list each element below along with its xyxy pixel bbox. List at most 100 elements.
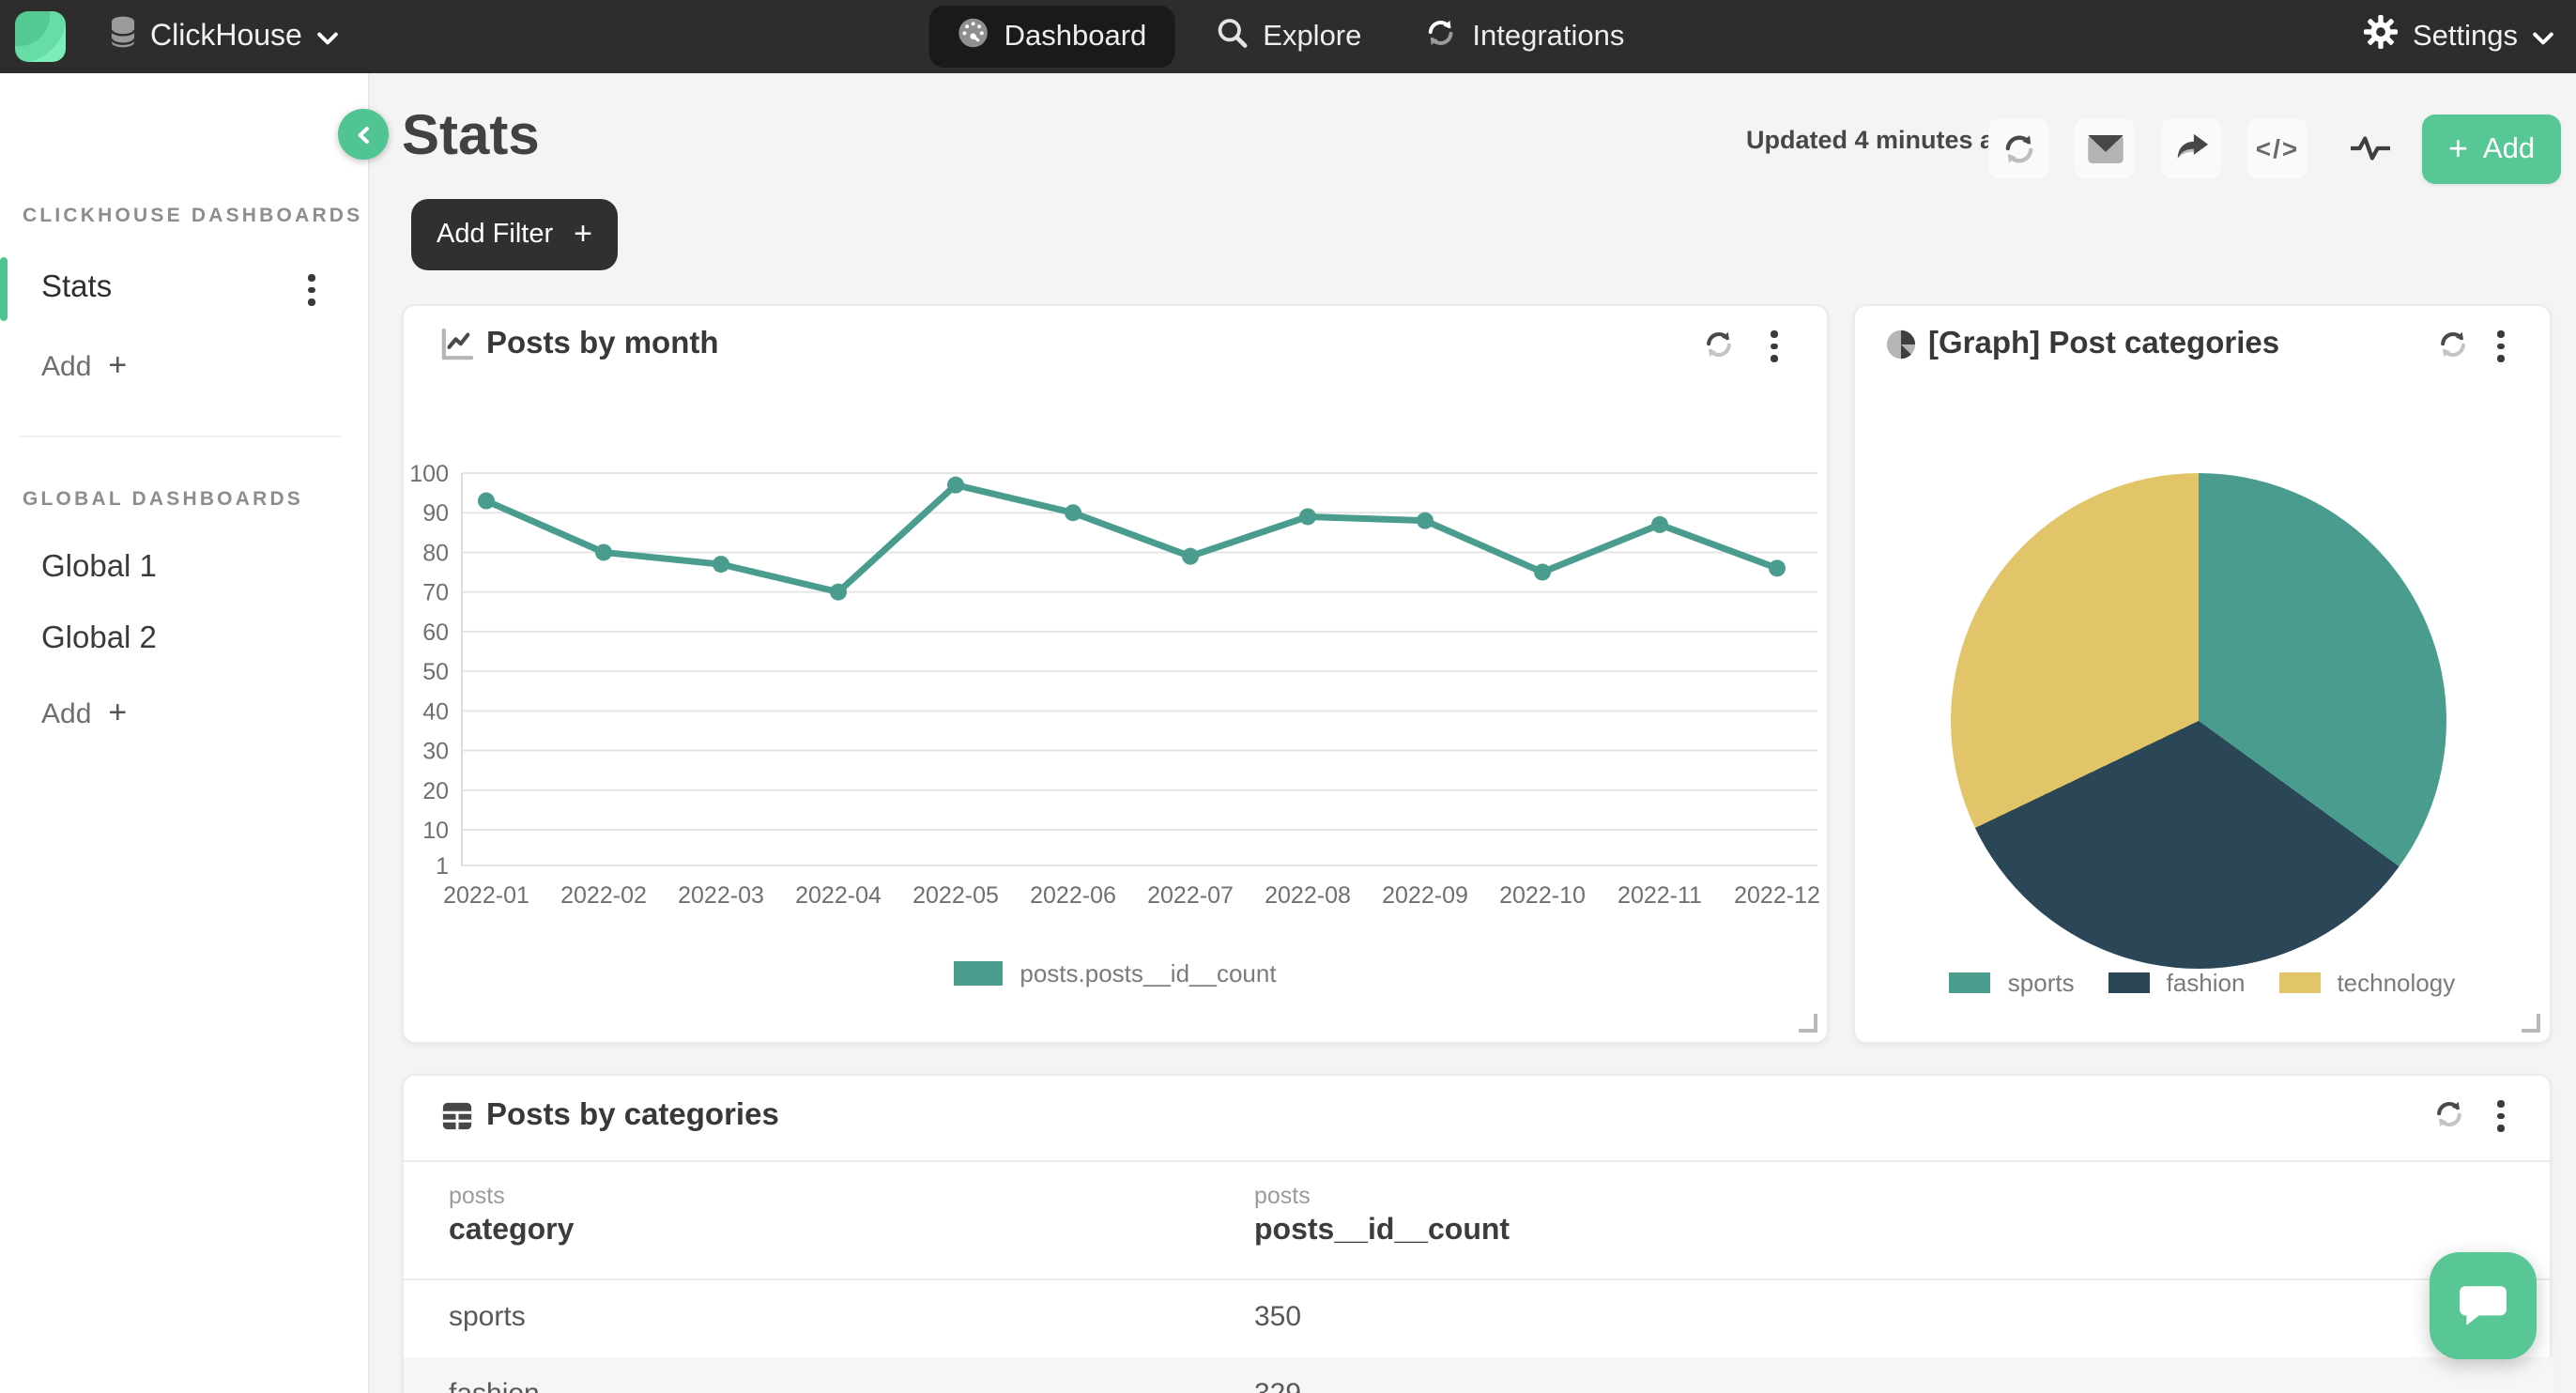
x-axis-tick: 2022-02 (560, 882, 647, 909)
tab-dashboard-label: Dashboard (1004, 20, 1147, 54)
refresh-icon (1703, 329, 1735, 360)
tab-explore[interactable]: Explore (1193, 6, 1384, 68)
data-point[interactable] (1651, 516, 1668, 533)
legend-swatch (1950, 972, 1991, 993)
sidebar-item-global-1[interactable]: Global 1 (41, 550, 157, 586)
refresh-card-button[interactable] (1703, 329, 1735, 370)
data-point[interactable] (1769, 559, 1786, 576)
data-point[interactable] (1299, 508, 1316, 525)
add-widget-button[interactable]: + Add (2422, 115, 2561, 184)
tab-dashboard[interactable]: Dashboard (929, 6, 1175, 68)
data-point[interactable] (1417, 513, 1434, 529)
legend-item-sports[interactable]: sports (1950, 969, 2075, 997)
sidebar-item-stats[interactable]: Stats (0, 257, 370, 321)
sidebar-section-clickhouse-dashboards: CLICKHOUSE DASHBOARDS (23, 205, 362, 227)
x-axis-tick: 2022-06 (1030, 882, 1116, 909)
line-chart-legend: posts.posts__id__count (404, 959, 1827, 987)
activity-button[interactable] (2341, 118, 2398, 178)
data-point[interactable] (478, 493, 495, 510)
column-group-label: posts (1254, 1183, 1311, 1209)
table-header-divider (404, 1160, 2553, 1162)
plus-icon: + (574, 216, 592, 253)
data-point[interactable] (1065, 504, 1081, 521)
add-filter-button[interactable]: Add Filter + (411, 199, 618, 270)
chat-widget-button[interactable] (2430, 1252, 2537, 1359)
sidebar-item-stats-label: Stats (41, 270, 112, 306)
gear-icon (2364, 15, 2398, 58)
settings-label: Settings (2413, 20, 2518, 54)
post-categories-pie[interactable] (1951, 473, 2446, 969)
x-axis-tick: 2022-05 (912, 882, 999, 909)
column-header-category[interactable]: category (449, 1215, 574, 1248)
chevron-left-icon (354, 123, 373, 145)
posts-by-month-chart[interactable]: 10090807060504030201012022-012022-022022… (404, 419, 1831, 941)
active-indicator (0, 257, 8, 321)
settings-menu[interactable]: Settings (2364, 0, 2553, 73)
legend-item-fashion[interactable]: fashion (2108, 969, 2246, 997)
workspace-switcher[interactable]: ClickHouse (111, 0, 338, 73)
legend-label: technology (2337, 969, 2455, 997)
card-kebab-menu-icon[interactable] (1771, 330, 1777, 361)
x-axis-tick: 2022-08 (1265, 882, 1351, 909)
pie-chart-icon (1885, 329, 1917, 370)
data-point[interactable] (595, 543, 612, 560)
card-kebab-menu-icon[interactable] (2497, 1100, 2504, 1131)
posts-by-month-card: Posts by month 1009080706050403020101202… (402, 304, 1829, 1044)
sidebar: CLICKHOUSE DASHBOARDS Stats Add + GLOBAL… (0, 73, 370, 1393)
pie-chart-legend: sports fashion technology (1855, 969, 2550, 997)
stats-kebab-menu-icon[interactable] (308, 274, 314, 305)
data-point[interactable] (830, 584, 847, 601)
data-point[interactable] (1182, 548, 1199, 565)
legend-label: posts.posts__id__count (1020, 959, 1276, 987)
post-categories-card: [Graph] Post categories sportsfashiontec… (1853, 304, 2552, 1044)
tab-explore-label: Explore (1263, 20, 1361, 54)
card-title: Posts by categories (486, 1098, 779, 1134)
sidebar-add-dashboard-button[interactable]: Add + (41, 347, 127, 385)
add-label: Add (41, 350, 91, 382)
x-axis-tick: 2022-10 (1499, 882, 1586, 909)
embed-code-button[interactable]: </> (2247, 118, 2308, 178)
y-axis-tick: 100 (409, 461, 449, 487)
column-header-posts-id-count[interactable]: posts__id__count (1254, 1215, 1510, 1248)
legend-swatch (2108, 972, 2150, 993)
refresh-dashboard-button[interactable] (1988, 118, 2048, 178)
y-axis-tick: 90 (422, 500, 449, 527)
sidebar-add-global-dashboard-button[interactable]: Add + (41, 695, 127, 732)
table-body: sports350fashion329 (404, 1280, 2553, 1393)
refresh-icon (2433, 1098, 2465, 1130)
last-updated-text: Updated 4 minutes ago (1746, 126, 2025, 154)
legend-swatch (2278, 972, 2320, 993)
email-report-button[interactable] (2075, 118, 2135, 178)
legend-item-technology[interactable]: technology (2278, 969, 2455, 997)
cell-category: fashion (449, 1378, 540, 1393)
sidebar-collapse-button[interactable] (338, 109, 389, 160)
sidebar-section-global-dashboards: GLOBAL DASHBOARDS (23, 488, 303, 511)
data-point[interactable] (713, 556, 729, 573)
database-icon (111, 15, 135, 58)
y-axis-tick: 40 (422, 698, 449, 725)
chat-bubble-icon (2458, 1282, 2508, 1329)
sync-icon (1425, 16, 1457, 57)
card-kebab-menu-icon[interactable] (2497, 330, 2504, 361)
refresh-card-button[interactable] (2437, 329, 2469, 370)
tab-integrations-label: Integrations (1472, 20, 1624, 54)
tab-integrations[interactable]: Integrations (1403, 6, 1647, 68)
table-row-sports[interactable]: sports350 (404, 1280, 2553, 1357)
sidebar-item-global-2[interactable]: Global 2 (41, 621, 157, 657)
main-nav: Dashboard Explore Integrations (929, 0, 1648, 73)
share-button[interactable] (2161, 118, 2221, 178)
app-logo[interactable] (15, 11, 66, 62)
data-point[interactable] (947, 477, 964, 494)
plus-icon: + (2448, 129, 2468, 168)
add-filter-label: Add Filter (437, 220, 553, 250)
data-point[interactable] (1534, 564, 1551, 581)
y-axis-tick: 20 (422, 778, 449, 804)
refresh-card-button[interactable] (2433, 1098, 2465, 1140)
plus-icon: + (108, 347, 127, 385)
plus-icon: + (108, 695, 127, 732)
y-axis-tick: 50 (422, 659, 449, 685)
y-axis-tick: 60 (422, 620, 449, 646)
table-row-fashion[interactable]: fashion329 (404, 1357, 2553, 1393)
card-title: Posts by month (486, 327, 719, 362)
x-axis-tick: 2022-04 (795, 882, 882, 909)
